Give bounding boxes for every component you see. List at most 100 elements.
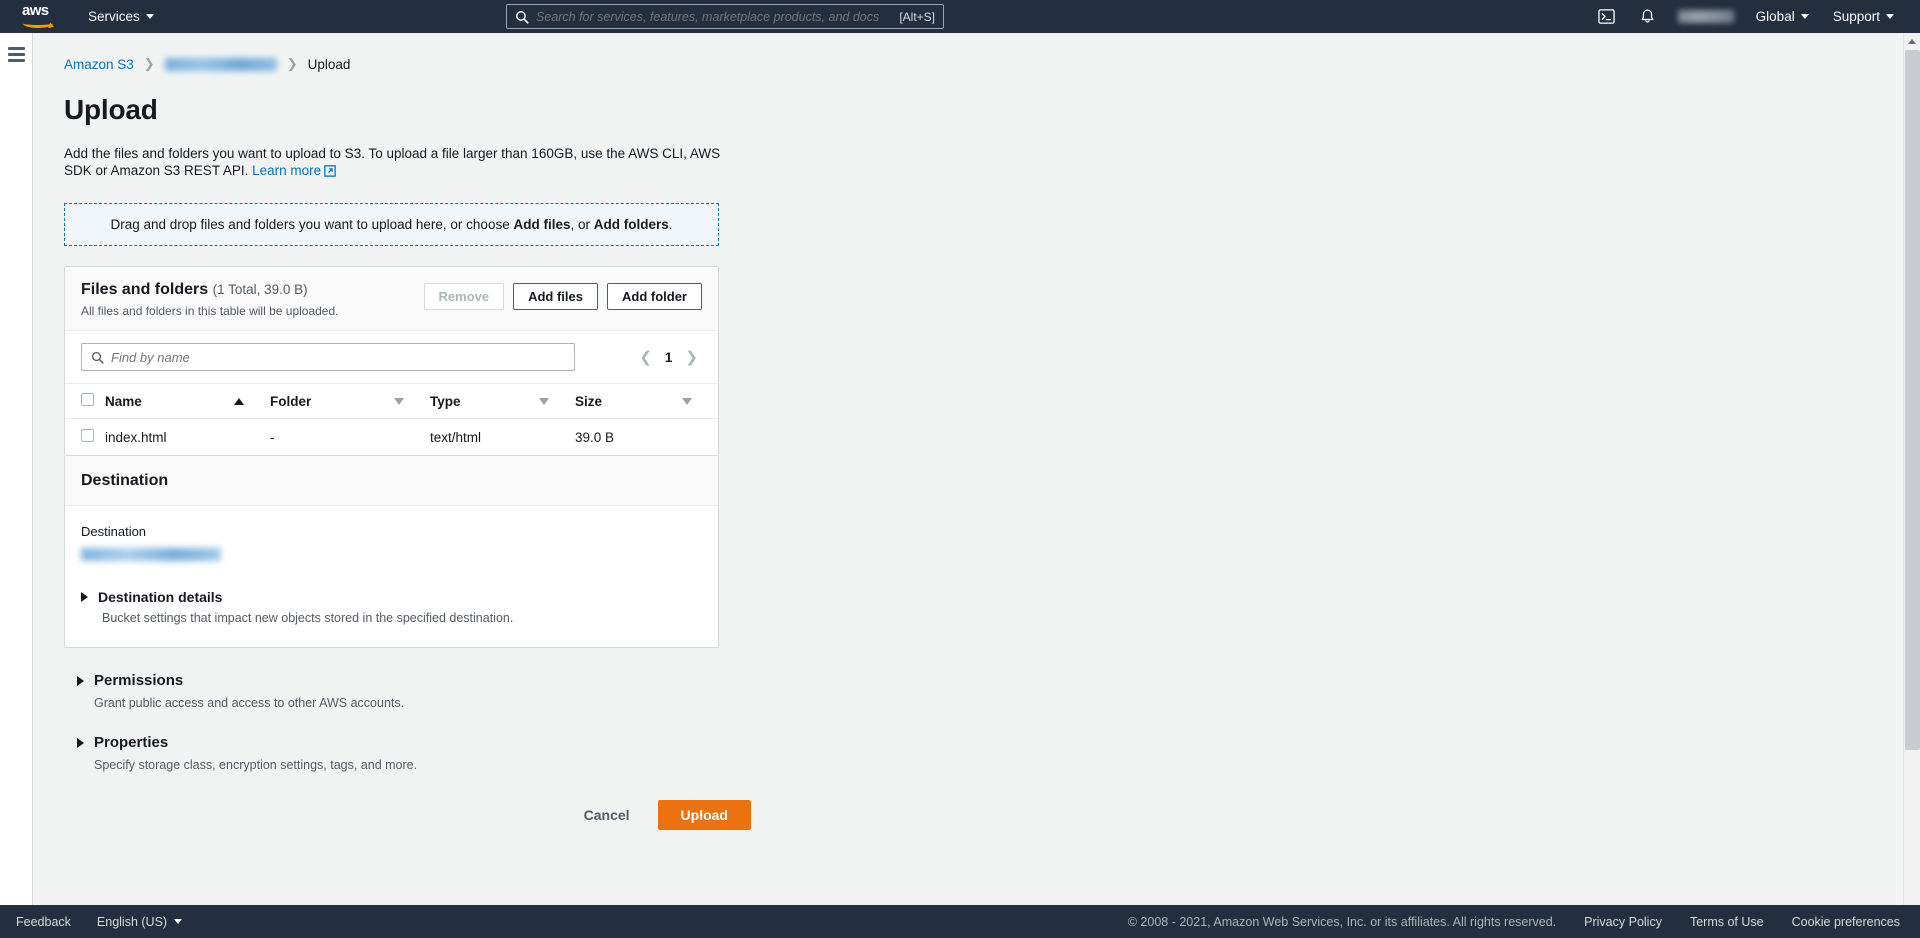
breadcrumb-item-amazon-s3[interactable]: Amazon S3 <box>64 57 134 72</box>
previous-page-icon[interactable]: ❮ <box>639 348 652 366</box>
page-title: Upload <box>64 94 158 125</box>
column-header-name[interactable]: Name <box>105 383 270 419</box>
breadcrumb-item-bucket[interactable] <box>164 57 277 71</box>
column-header-size[interactable]: Size <box>575 383 718 419</box>
services-menu-label: Services <box>88 9 140 24</box>
notifications-button[interactable] <box>1627 0 1668 33</box>
form-actions: Cancel Upload <box>64 772 751 830</box>
properties-title: Properties <box>94 734 169 751</box>
files-table-body: index.html - text/html 39.0 B <box>65 418 718 455</box>
sort-icon <box>682 397 692 405</box>
column-header-folder-label: Folder <box>270 393 312 409</box>
destination-card-title: Destination <box>65 456 718 506</box>
page-description: Add the files and folders you want to up… <box>33 126 723 181</box>
external-link-icon <box>324 164 336 181</box>
account-menu[interactable] <box>1677 10 1734 23</box>
dropzone-text-3: . <box>668 217 673 232</box>
find-by-name-box[interactable] <box>81 343 575 371</box>
table-pagination: ❮ 1 ❯ <box>639 348 702 366</box>
triangle-right-icon <box>81 592 88 602</box>
dropzone-add-folders-emphasis: Add folders <box>593 217 669 232</box>
column-header-name-label: Name <box>105 393 142 409</box>
files-card-heading-group: Files and folders (1 Total, 39.0 B) All … <box>81 281 424 318</box>
page-footer: Feedback English (US) © 2008 - 2021, Ama… <box>0 905 1920 938</box>
properties-expander[interactable]: Properties <box>77 734 1903 751</box>
breadcrumb-item-upload: Upload <box>307 56 351 72</box>
files-table-head: Name Folder Type Size <box>65 383 718 419</box>
file-dropzone[interactable]: Drag and drop files and folders you want… <box>64 203 719 246</box>
row-cell-name: index.html <box>105 418 270 455</box>
remove-button[interactable]: Remove <box>423 283 505 310</box>
language-selector[interactable]: English (US) <box>96 914 183 929</box>
row-cell-type: text/html <box>430 418 575 455</box>
breadcrumb-separator-icon: ❯ <box>143 56 155 71</box>
column-header-folder[interactable]: Folder <box>270 383 430 419</box>
triangle-right-icon <box>77 675 84 686</box>
learn-more-link[interactable]: Learn more <box>252 163 321 178</box>
breadcrumb: Amazon S3 ❯ ❯ Upload <box>33 33 1903 72</box>
top-navigation-bar: aws Services [Alt+S] Gl <box>0 0 1920 33</box>
column-header-type-label: Type <box>430 393 461 409</box>
aws-logo[interactable]: aws <box>22 1 62 30</box>
column-header-type[interactable]: Type <box>430 383 575 419</box>
cancel-button[interactable]: Cancel <box>568 800 646 830</box>
global-search-box[interactable]: [Alt+S] <box>506 4 944 29</box>
chevron-down-icon <box>1886 14 1894 19</box>
sort-ascending-icon <box>234 397 244 405</box>
privacy-policy-link[interactable]: Privacy Policy <box>1584 915 1662 929</box>
dropzone-text-1: Drag and drop files and folders you want… <box>110 217 514 232</box>
sort-icon <box>539 397 549 405</box>
sort-icon <box>394 397 404 405</box>
copyright-text: © 2008 - 2021, Amazon Web Services, Inc.… <box>1127 914 1557 929</box>
page-description-text: Add the files and folders you want to up… <box>64 146 721 178</box>
add-folder-button[interactable]: Add folder <box>607 283 702 310</box>
permissions-subtitle: Grant public access and access to other … <box>94 696 405 710</box>
files-card-title: Files and folders (1 Total, 39.0 B) <box>81 281 424 299</box>
scrollbar-thumb[interactable] <box>1905 50 1920 750</box>
properties-subtitle: Specify storage class, encryption settin… <box>94 758 418 772</box>
table-row[interactable]: index.html - text/html 39.0 B <box>65 418 718 455</box>
row-checkbox[interactable] <box>81 429 94 442</box>
row-cell-size: 39.0 B <box>575 418 718 455</box>
files-and-folders-card: Files and folders (1 Total, 39.0 B) All … <box>64 266 719 456</box>
destination-field-value[interactable] <box>81 548 221 561</box>
next-page-icon[interactable]: ❯ <box>685 348 698 366</box>
files-table-header-row: Name Folder Type Size <box>65 383 718 419</box>
cloudshell-icon <box>1597 9 1615 24</box>
dropzone-text-2: , or <box>570 217 594 232</box>
services-menu[interactable]: Services <box>88 9 154 24</box>
destination-details-subtitle: Bucket settings that impact new objects … <box>102 611 514 625</box>
terms-of-use-link[interactable]: Terms of Use <box>1690 915 1764 929</box>
select-all-header <box>65 383 105 419</box>
find-by-name-input[interactable] <box>111 349 565 365</box>
feedback-link[interactable]: Feedback <box>16 915 71 929</box>
bell-icon <box>1641 9 1654 23</box>
hamburger-menu-icon[interactable] <box>7 47 25 905</box>
language-label: English (US) <box>96 914 168 929</box>
aws-logo-text: aws <box>22 1 49 19</box>
destination-field-label: Destination <box>81 524 147 539</box>
region-selector[interactable]: Global <box>1744 0 1821 33</box>
scroll-up-button[interactable] <box>1904 33 1920 50</box>
row-cell-folder: - <box>270 418 430 455</box>
files-card-header: Files and folders (1 Total, 39.0 B) All … <box>65 267 718 331</box>
chevron-down-icon <box>174 919 183 924</box>
upload-button[interactable]: Upload <box>657 800 751 830</box>
select-all-checkbox[interactable] <box>81 393 94 406</box>
add-files-button[interactable]: Add files <box>513 283 598 310</box>
support-menu[interactable]: Support <box>1821 0 1906 33</box>
triangle-right-icon <box>77 737 84 748</box>
destination-details-expander[interactable]: Destination details <box>81 589 702 605</box>
current-page-number[interactable]: 1 <box>665 350 673 365</box>
region-label: Global <box>1755 9 1795 24</box>
app-shell: Amazon S3 ❯ ❯ Upload Upload Add the file… <box>0 33 1920 905</box>
search-shortcut-hint: [Alt+S] <box>899 9 935 24</box>
cloudshell-button[interactable] <box>1586 0 1627 33</box>
properties-section: Properties Specify storage class, encryp… <box>77 734 1903 772</box>
global-search-input[interactable] <box>536 9 893 24</box>
files-table-toolbar: ❮ 1 ❯ <box>65 331 718 383</box>
column-header-size-label: Size <box>575 393 603 409</box>
permissions-expander[interactable]: Permissions <box>77 672 1903 689</box>
cookie-preferences-link[interactable]: Cookie preferences <box>1792 915 1900 929</box>
page-scrollbar[interactable] <box>1903 33 1920 905</box>
